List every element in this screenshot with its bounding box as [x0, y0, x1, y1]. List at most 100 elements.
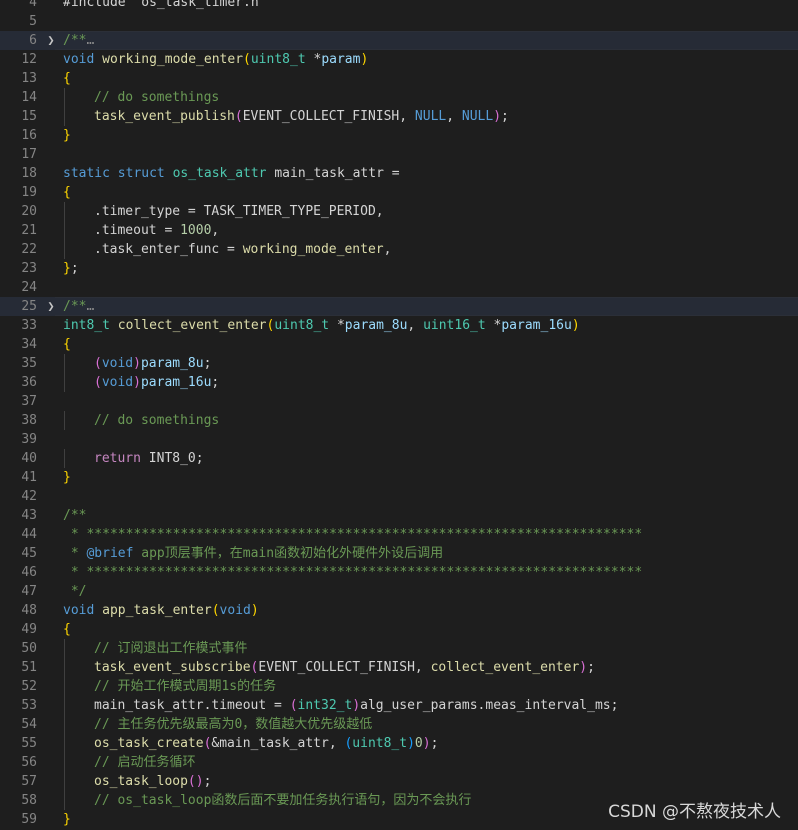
code-token: (	[94, 375, 102, 390]
code-token: param_16u	[140, 375, 212, 390]
code-token: (	[187, 774, 196, 789]
code-token: EVENT_COLLECT_FINISH	[258, 660, 415, 675]
code-line[interactable]: 4 #include "os_task_timer.h"	[0, 0, 798, 12]
code-line[interactable]: 41}	[0, 468, 798, 487]
line-number: 4	[29, 0, 37, 10]
code-token: )	[360, 52, 369, 67]
code-line[interactable]: 18 static struct os_task_attr main_task_a…	[0, 164, 798, 183]
code-token: * **************************************…	[63, 565, 643, 580]
line-number: 13	[21, 71, 37, 86]
code-token: .timer_type	[94, 204, 181, 219]
code-line[interactable]: 16}	[0, 126, 798, 145]
code-line[interactable]: 44 * ***********************************…	[0, 525, 798, 544]
indent-guide	[64, 639, 65, 658]
line-number: 49	[21, 622, 37, 637]
code-line[interactable]: 6 ❯ /**…	[0, 31, 798, 50]
code-token: app_task_enter	[102, 603, 212, 618]
code-line[interactable]: 49 {	[0, 620, 798, 639]
code-text: // 启动任务循环	[94, 753, 195, 772]
code-token: void	[63, 52, 95, 67]
code-line[interactable]: 42	[0, 487, 798, 506]
code-editor[interactable]: 4 #include "os_task_timer.h" 5 6 ❯/**… 12 void…	[0, 0, 798, 829]
code-line[interactable]: 43 /**	[0, 506, 798, 525]
code-line[interactable]: 53 main_task_attr.timeout = (int32_t)alg_…	[0, 696, 798, 715]
code-line[interactable]: 33 int8_t collect_event_enter(uint8_t *pa…	[0, 316, 798, 335]
line-number: 21	[21, 223, 37, 238]
fold-chevron-icon[interactable]: ❯	[44, 31, 58, 50]
code-line[interactable]: 19 {	[0, 183, 798, 202]
code-token: &main_task_attr	[211, 736, 329, 751]
indent-guide	[64, 373, 65, 392]
code-text: .task_enter_func = working_mode_enter,	[94, 240, 391, 259]
code-line[interactable]: 5	[0, 12, 798, 31]
indent-guide	[64, 221, 65, 240]
code-text: os_task_loop();	[94, 772, 211, 791]
line-number: 38	[21, 413, 37, 428]
line-number: 47	[21, 584, 37, 599]
code-token: ;	[587, 660, 595, 675]
code-text: {	[63, 620, 71, 639]
line-number: 48	[21, 603, 37, 618]
code-line[interactable]: 35 (void)param_8u;	[0, 354, 798, 373]
code-token: os_task_attr	[172, 166, 267, 181]
code-token: * **************************************…	[63, 527, 643, 542]
code-line[interactable]: 21 .timeout = 1000,	[0, 221, 798, 240]
line-number: 15	[21, 109, 37, 124]
code-text: #include "os_task_timer.h"	[63, 0, 267, 12]
code-token: // 订阅退出工作模式事件	[94, 641, 248, 656]
code-text: {	[63, 335, 71, 354]
code-token: EVENT_COLLECT_FINISH	[242, 109, 400, 124]
code-text: main_task_attr.timeout = (int32_t)alg_us…	[94, 696, 618, 715]
code-line[interactable]: 40 return INT8_0;	[0, 449, 798, 468]
fold-chevron-icon[interactable]: ❯	[44, 297, 58, 316]
line-number: 16	[21, 128, 37, 143]
line-number: 50	[21, 641, 37, 656]
indent-guide	[64, 107, 65, 126]
code-line[interactable]: 54 // 主任务优先级最高为0，数值越大优先级越低	[0, 715, 798, 734]
line-number: 53	[21, 698, 37, 713]
code-line[interactable]: 50 // 订阅退出工作模式事件	[0, 639, 798, 658]
code-token: )	[133, 356, 141, 371]
code-line[interactable]: 12 void working_mode_enter(uint8_t *param…	[0, 50, 798, 69]
code-line[interactable]: 23};	[0, 259, 798, 278]
code-token: {	[63, 337, 71, 352]
code-token: void	[219, 603, 251, 618]
code-token: ,	[211, 223, 220, 238]
line-number: 25	[21, 299, 37, 314]
indent-guide	[64, 658, 65, 677]
code-line[interactable]: 39	[0, 430, 798, 449]
code-line[interactable]: 38 // do somethings	[0, 411, 798, 430]
code-line[interactable]: 47 */	[0, 582, 798, 601]
code-line[interactable]: 52 // 开始工作模式周期1s的任务	[0, 677, 798, 696]
code-line[interactable]: 51 task_event_subscribe(EVENT_COLLECT_FIN…	[0, 658, 798, 677]
code-token: app顶层事件，在main函数初始化外硬件外设后调用	[133, 546, 444, 561]
code-line[interactable]: 37	[0, 392, 798, 411]
code-text: // 开始工作模式周期1s的任务	[94, 677, 276, 696]
code-token: *	[329, 318, 345, 333]
code-line[interactable]: 55 os_task_create(&main_task_attr, (uint8…	[0, 734, 798, 753]
code-line[interactable]: 13 {	[0, 69, 798, 88]
code-text: */	[63, 582, 87, 601]
code-line[interactable]: 36 (void)param_16u;	[0, 373, 798, 392]
code-line[interactable]: 14 // do somethings	[0, 88, 798, 107]
code-line[interactable]: 46 * ***********************************…	[0, 563, 798, 582]
code-line[interactable]: 34 {	[0, 335, 798, 354]
code-token: int8_t	[63, 318, 110, 333]
code-line[interactable]: 17	[0, 145, 798, 164]
code-text: /**…	[63, 31, 94, 50]
code-token: {	[63, 71, 71, 86]
code-token: // 启动任务循环	[94, 755, 196, 770]
code-line[interactable]: 57 os_task_loop();	[0, 772, 798, 791]
code-line[interactable]: 20 .timer_type = TASK_TIMER_TYPE_PERIOD,	[0, 202, 798, 221]
code-line[interactable]: 25 ❯ /**…	[0, 297, 798, 316]
code-line[interactable]: 48 void app_task_enter(void)	[0, 601, 798, 620]
code-line[interactable]: 24	[0, 278, 798, 297]
code-token: int32_t	[297, 698, 353, 713]
code-token: TASK_TIMER_TYPE_PERIOD	[203, 204, 376, 219]
code-line[interactable]: 56 // 启动任务循环	[0, 753, 798, 772]
code-line[interactable]: 22 .task_enter_func = working_mode_enter,	[0, 240, 798, 259]
code-line[interactable]: 15 task_event_publish(EVENT_COLLECT_FINIS…	[0, 107, 798, 126]
code-line[interactable]: 45 * @brief app顶层事件，在main函数初始化外硬件外设后调用	[0, 544, 798, 563]
